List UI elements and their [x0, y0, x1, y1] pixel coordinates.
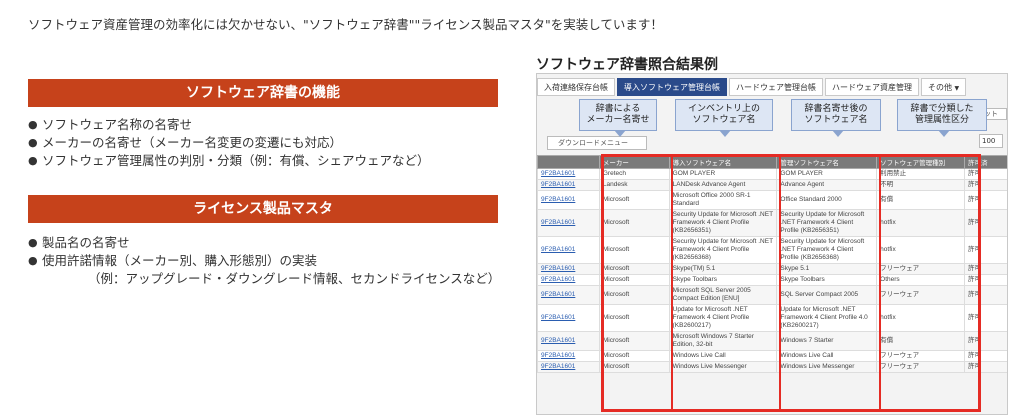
callout-text: 辞書による メーカー名寄せ [586, 104, 650, 125]
tab-other-label: その他 [928, 83, 952, 92]
list-item: ソフトウェア管理属性の判別・分類（例：有償、シェアウェアなど） [28, 152, 498, 170]
software-dictionary-list: ソフトウェア名称の名寄せ メーカーの名寄せ（メーカー名変更の変遷にも対応） ソフ… [28, 116, 498, 170]
intro-text: ソフトウェア資産管理の効率化には欠かせない、"ソフトウェア辞書""ライセンス製品… [28, 17, 663, 32]
tab-other[interactable]: その他 ▼ [921, 78, 967, 96]
callout-normalized-name: 辞書名寄せ後の ソフトウェア名 [791, 99, 881, 137]
row-id-link[interactable]: 9F2BA1601 [537, 285, 600, 305]
row-id-link[interactable]: 9F2BA1601 [537, 236, 600, 264]
list-item: 製品名の名寄せ [28, 234, 498, 252]
column-header[interactable] [537, 155, 600, 169]
highlight-divider [879, 154, 881, 412]
row-id-link[interactable]: 9F2BA1601 [537, 168, 600, 180]
callout-text: 辞書で分類した 管理属性区分 [910, 104, 974, 125]
row-id-link[interactable]: 9F2BA1601 [537, 331, 600, 351]
callout-attribute-class: 辞書で分類した 管理属性区分 [897, 99, 987, 137]
highlight-divider [671, 154, 673, 412]
highlight-divider [779, 154, 781, 412]
tab-hardware-ledger[interactable]: ハードウェア管理台帳 [729, 78, 823, 96]
tab-bar: 入荷連絡保存台帳 導入ソフトウェア管理台帳 ハードウェア管理台帳 ハードウェア資… [537, 78, 968, 96]
callout-text: 辞書名寄せ後の ソフトウェア名 [804, 104, 868, 125]
row-id-link[interactable]: 9F2BA1601 [537, 274, 600, 286]
row-id-link[interactable]: 9F2BA1601 [537, 361, 600, 373]
row-id-link[interactable]: 9F2BA1601 [537, 190, 600, 210]
screenshot-title: ソフトウェア辞書照合結果例 [536, 57, 718, 73]
tab-hardware-asset[interactable]: ハードウェア資産管理 [825, 78, 919, 96]
tab-receiving-ledger[interactable]: 入荷連絡保存台帳 [537, 78, 615, 96]
per-page-select[interactable]: 100 [979, 134, 1003, 148]
result-screenshot: 入荷連絡保存台帳 導入ソフトウェア管理台帳 ハードウェア管理台帳 ハードウェア資… [536, 73, 1008, 415]
list-item: 使用許諾情報（メーカー別、購入形態別）の実装 [28, 252, 498, 270]
highlight-box [601, 154, 981, 412]
row-id-link[interactable]: 9F2BA1601 [537, 263, 600, 275]
section-title-software-dictionary: ソフトウェア辞書の機能 [28, 79, 498, 107]
download-menu-button[interactable]: ダウンロードメニュー [547, 136, 647, 150]
row-id-link[interactable]: 9F2BA1601 [537, 350, 600, 362]
caret-down-icon: ▼ [954, 85, 960, 92]
list-item: ソフトウェア名称の名寄せ [28, 116, 498, 134]
callout-maker-normalization: 辞書による メーカー名寄せ [579, 99, 657, 137]
list-item: メーカーの名寄せ（メーカー名変更の変遷にも対応） [28, 134, 498, 152]
callout-text: インベントリ上の ソフトウェア名 [687, 104, 760, 125]
tab-installed-software-ledger[interactable]: 導入ソフトウェア管理台帳 [617, 78, 727, 96]
row-id-link[interactable]: 9F2BA1601 [537, 209, 600, 237]
callout-inventory-name: インベントリ上の ソフトウェア名 [675, 99, 773, 137]
row-id-link[interactable]: 9F2BA1601 [537, 179, 600, 191]
section-title-license-master: ライセンス製品マスタ [28, 195, 498, 223]
list-item-note: （例：アップグレード・ダウングレード情報、セカンドライセンスなど） [88, 271, 501, 286]
license-master-list: 製品名の名寄せ 使用許諾情報（メーカー別、購入形態別）の実装 （例：アップグレー… [28, 234, 501, 288]
row-id-link[interactable]: 9F2BA1601 [537, 304, 600, 332]
